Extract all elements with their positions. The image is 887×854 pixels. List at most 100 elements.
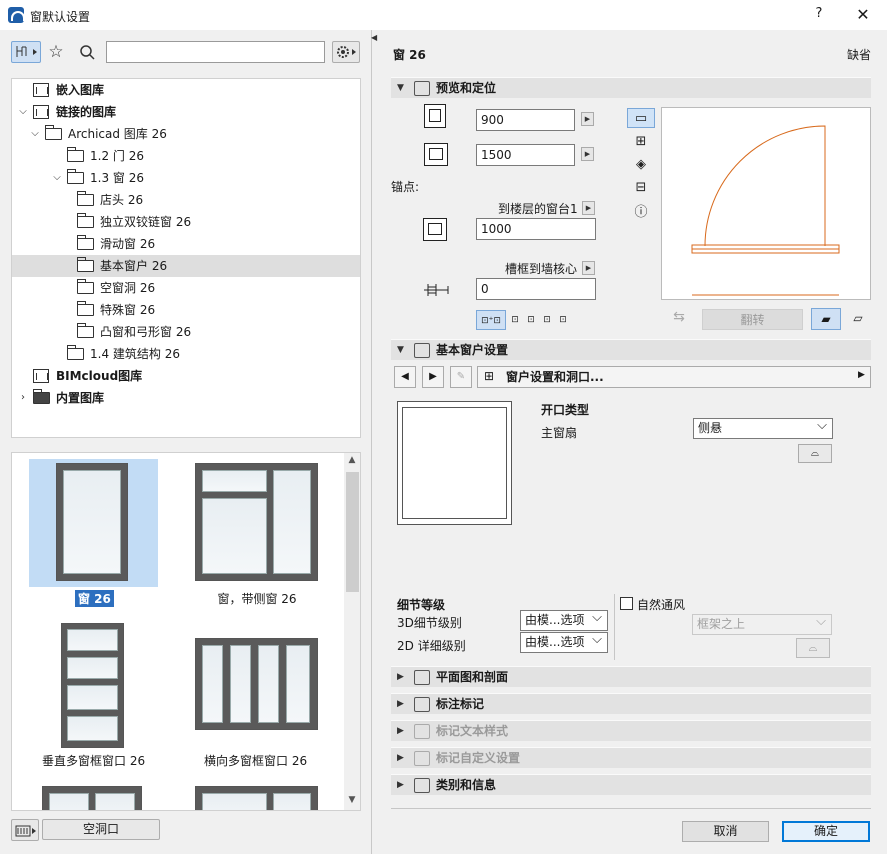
reveal-label: 槽框到墙核心: [505, 262, 578, 276]
close-button[interactable]: ✕: [852, 5, 874, 25]
detail-2d-label: 2D 详细级别: [397, 639, 466, 653]
library-tree[interactable]: 嵌入图库 ⌵ 链接的图库 ⌵ Archicad 图库 26 1.2 门 26 ⌵ 1.3 窗 …: [11, 78, 361, 438]
reveal-field[interactable]: 0: [476, 278, 596, 300]
tree-item[interactable]: 空窗洞 26: [12, 277, 360, 299]
folder-icon: [77, 213, 94, 228]
tree-item[interactable]: 独立双铰链窗 26: [12, 211, 360, 233]
thumbnail-window-26[interactable]: [56, 463, 128, 581]
opening-line-button[interactable]: ⌓: [798, 444, 832, 463]
info-icon[interactable]: ⓘ: [627, 203, 655, 223]
thumbnail-window-vertical[interactable]: [61, 623, 124, 748]
ok-button[interactable]: 确定: [782, 821, 870, 842]
tree-item[interactable]: 基本窗户 26: [12, 255, 360, 277]
favorites-star-icon[interactable]: ☆: [46, 41, 66, 63]
library-mode-button[interactable]: [11, 41, 41, 63]
section-marker-custom[interactable]: ▶ 标记自定义设置: [391, 747, 871, 768]
section-marker-text[interactable]: ▶ 标记文本样式: [391, 720, 871, 741]
select-arrow-icon: ▶: [858, 370, 865, 380]
flip-button[interactable]: 翻转: [702, 309, 803, 330]
anchor-btn-1[interactable]: ⊡⁺⊡: [476, 310, 506, 330]
tree-item[interactable]: 滑动窗 26: [12, 233, 360, 255]
expand-chevron-icon[interactable]: ⌵: [17, 101, 29, 123]
tree-item[interactable]: › 内置图库: [12, 387, 360, 409]
empty-hole-icon-button[interactable]: [11, 819, 39, 841]
library-icon: [33, 369, 49, 383]
tree-item[interactable]: 1.4 建筑结构 26: [12, 343, 360, 365]
side-view-left-icon[interactable]: ▰: [811, 308, 841, 330]
thumbnail-window-side[interactable]: [195, 463, 318, 581]
marker-icon: [414, 697, 430, 712]
main-sash-dropdown[interactable]: 侧悬: [693, 416, 833, 439]
tree-item[interactable]: 特殊窗 26: [12, 299, 360, 321]
settings-gear-button[interactable]: [332, 41, 360, 63]
edit-page-icon[interactable]: ✎: [450, 366, 472, 388]
section-marker[interactable]: ▶ 标注标记: [391, 693, 871, 714]
cancel-button[interactable]: 取消: [682, 821, 769, 842]
anchor-btn-2[interactable]: ⊡: [508, 310, 522, 330]
3d-view-icon[interactable]: ◈: [627, 155, 655, 175]
thumbnail-window-horizontal[interactable]: [195, 638, 318, 730]
thumbnail-window-partial[interactable]: [42, 786, 142, 810]
height-arrow-icon[interactable]: ▶: [581, 147, 594, 161]
next-page-button[interactable]: ▶: [422, 366, 444, 388]
anchor-label: 锚点:: [391, 180, 420, 194]
section-plan-section[interactable]: ▶ 平面图和剖面: [391, 666, 871, 687]
tree-item[interactable]: ⌵ Archicad 图库 26: [12, 123, 360, 145]
tree-item[interactable]: ⌵ 1.3 窗 26: [12, 167, 360, 189]
sill-arrow-icon[interactable]: ▶: [582, 201, 595, 215]
prev-page-button[interactable]: ◀: [394, 366, 416, 388]
width-field[interactable]: 900: [476, 109, 575, 131]
expand-chevron-icon[interactable]: ⌵: [51, 167, 63, 189]
section-category-info[interactable]: ▶ 类别和信息: [391, 774, 871, 795]
expand-chevron-icon[interactable]: ⌵: [29, 123, 41, 145]
expand-chevron-icon[interactable]: ›: [17, 387, 29, 409]
folder-icon: [33, 389, 50, 404]
elevation-view-icon[interactable]: ⊞: [627, 132, 655, 152]
width-arrow-icon[interactable]: ▶: [581, 112, 594, 126]
door-swing-plan: [691, 125, 840, 296]
reveal-arrow-icon[interactable]: ▶: [582, 261, 595, 275]
tree-item[interactable]: 店头 26: [12, 189, 360, 211]
side-view-right-icon[interactable]: ▱: [845, 308, 871, 330]
tree-item[interactable]: 1.2 门 26: [12, 145, 360, 167]
empty-hole-button[interactable]: 空洞口: [42, 819, 160, 840]
scroll-down-arrow-icon[interactable]: ▼: [344, 795, 360, 809]
tree-item-label: 链接的图库: [56, 105, 117, 119]
opening-type-label: 开口类型: [541, 403, 590, 417]
tree-item[interactable]: ⌵ 链接的图库: [12, 101, 360, 123]
divider: [614, 594, 615, 660]
vent-setting-button[interactable]: ⌓: [796, 638, 830, 658]
anchor-btn-3[interactable]: ⊡: [524, 310, 538, 330]
folder-icon: [45, 125, 62, 140]
search-input[interactable]: [106, 41, 325, 63]
detail-3d-dropdown[interactable]: 由模...选项: [520, 608, 608, 631]
plan-view-icon[interactable]: ▭: [627, 108, 655, 128]
section-preview-positioning[interactable]: ▼ 预览和定位: [391, 77, 871, 98]
tree-item[interactable]: 嵌入图库: [12, 79, 360, 101]
scroll-up-arrow-icon[interactable]: ▲: [344, 455, 360, 469]
reveal-icon: [422, 280, 454, 300]
folder-icon: [77, 191, 94, 206]
section-view-icon[interactable]: ⊟: [627, 178, 655, 198]
collapse-arrow-icon[interactable]: ◀: [371, 33, 377, 42]
section-basic-settings[interactable]: ▼ 基本窗户设置: [391, 339, 871, 360]
help-button[interactable]: ?: [810, 6, 828, 24]
anchor-btn-4[interactable]: ⊡: [540, 310, 554, 330]
thumbnail-window-partial[interactable]: [195, 786, 318, 810]
detail-2d-dropdown[interactable]: 由模...选项: [520, 630, 608, 653]
natural-vent-checkbox[interactable]: [620, 597, 633, 610]
tree-item[interactable]: BIMcloud图库: [12, 365, 360, 387]
tree-item[interactable]: 凸窗和弓形窗 26: [12, 321, 360, 343]
page-select[interactable]: 窗户设置和洞口...: [477, 366, 871, 388]
preview-scrollbar-thumb[interactable]: [346, 472, 359, 592]
preview-section-icon: [414, 81, 430, 96]
sill-field[interactable]: 1000: [476, 218, 596, 240]
panel-splitter[interactable]: [371, 30, 372, 854]
detail-3d-label: 3D细节级别: [397, 616, 462, 630]
search-icon[interactable]: [76, 41, 98, 63]
natural-vent-dropdown[interactable]: 框架之上: [692, 612, 832, 635]
object-preview-grid[interactable]: 窗 26 窗，带侧窗 26 垂直多窗框窗口 26 横向多窗框窗口 26: [11, 452, 361, 811]
anchor-btn-5[interactable]: ⊡: [556, 310, 570, 330]
height-field[interactable]: 1500: [476, 144, 575, 166]
width-icon: [424, 104, 446, 128]
